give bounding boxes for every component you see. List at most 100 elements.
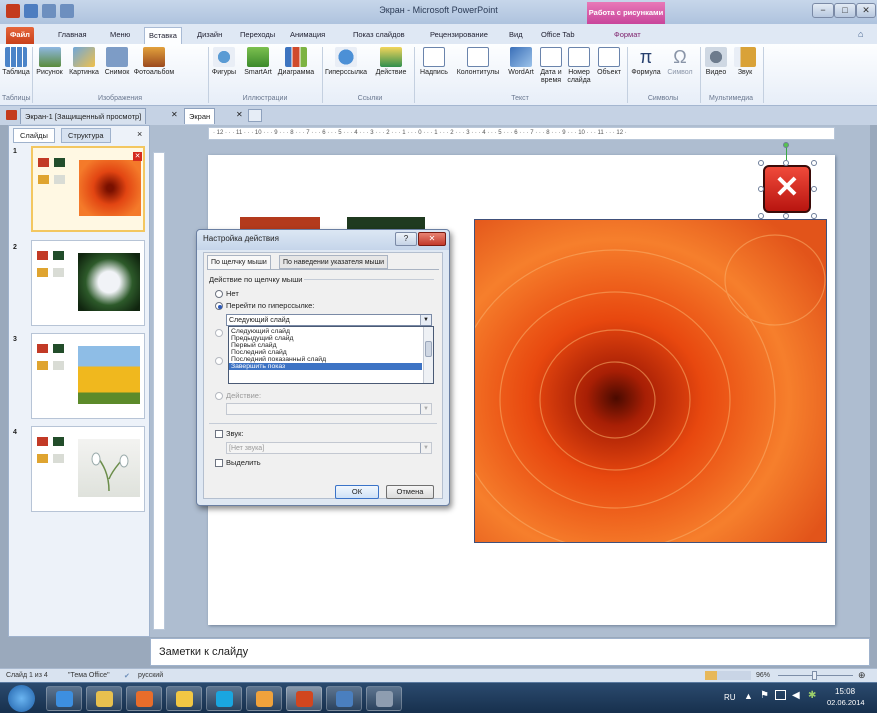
- table-button[interactable]: Таблица: [2, 47, 30, 77]
- slide-thumbnail-4[interactable]: [31, 426, 145, 512]
- tab-review[interactable]: Рецензирование: [426, 27, 492, 44]
- radio-action[interactable]: [215, 392, 223, 400]
- minimize-button[interactable]: −: [812, 3, 834, 18]
- tab-outline[interactable]: Структура: [61, 128, 111, 143]
- app-taskbar-button[interactable]: [166, 686, 202, 711]
- tab-file[interactable]: Файл: [6, 27, 34, 44]
- help-button[interactable]: ?: [395, 232, 417, 246]
- tool-taskbar-button[interactable]: [366, 686, 402, 711]
- network-icon[interactable]: [775, 690, 786, 700]
- tab-on-hover[interactable]: По наведении указателя мыши: [279, 255, 389, 269]
- tab-home[interactable]: Главная: [54, 27, 91, 44]
- sound-label[interactable]: Звук:: [226, 429, 243, 438]
- close-tab-icon[interactable]: ✕: [171, 110, 178, 119]
- chart-button[interactable]: Диаграмма: [275, 47, 317, 77]
- slide-thumbnail-1[interactable]: ✕: [31, 146, 145, 232]
- flag-icon[interactable]: ⚑: [760, 690, 769, 701]
- object-button[interactable]: Объект: [594, 47, 624, 77]
- slide-thumbnail-2[interactable]: [31, 240, 145, 326]
- language[interactable]: русский: [138, 669, 163, 682]
- option-previous-slide[interactable]: Предыдущий слайд: [229, 335, 422, 342]
- wordart-button[interactable]: WordArt: [504, 47, 538, 77]
- tab-design[interactable]: Дизайн: [193, 27, 226, 44]
- scrollbar-thumb[interactable]: [425, 341, 432, 357]
- highlight-label[interactable]: Выделить: [226, 458, 261, 467]
- notes-pane[interactable]: Заметки к слайду: [150, 638, 870, 666]
- volume-icon[interactable]: ◀: [792, 690, 800, 701]
- paint-taskbar-button[interactable]: [246, 686, 282, 711]
- keyboard-language[interactable]: RU: [724, 693, 736, 702]
- zoom-level[interactable]: 96%: [756, 669, 770, 682]
- formula-button[interactable]: π Формула: [628, 47, 664, 77]
- ok-button[interactable]: ОК: [335, 485, 379, 499]
- option-last-slide[interactable]: Последний слайд: [229, 349, 422, 356]
- picture-button[interactable]: Рисунок: [33, 47, 66, 77]
- option-last-viewed-slide[interactable]: Последний показанный слайд: [229, 356, 422, 363]
- tab-format[interactable]: Формат: [610, 27, 645, 44]
- sound-checkbox[interactable]: [215, 430, 223, 438]
- resize-handle[interactable]: [758, 186, 764, 192]
- resize-handle[interactable]: [811, 186, 817, 192]
- tray-expand-icon[interactable]: ▲: [744, 691, 753, 701]
- ie-taskbar-button[interactable]: [46, 686, 82, 711]
- highlight-checkbox[interactable]: [215, 459, 223, 467]
- textbox-button[interactable]: Надпись: [416, 47, 452, 77]
- hyperlink-select[interactable]: Следующий слайд ▼: [226, 314, 432, 326]
- close-window-button[interactable]: ✕: [856, 3, 876, 18]
- spellcheck-icon[interactable]: ✔: [124, 670, 134, 680]
- chrysanthemum-image[interactable]: [474, 219, 827, 543]
- resize-handle[interactable]: [758, 160, 764, 166]
- action-button[interactable]: Действие: [371, 47, 411, 77]
- close-pane-icon[interactable]: ×: [137, 129, 142, 139]
- screenshot-button[interactable]: Снимок: [102, 47, 132, 77]
- resize-handle[interactable]: [811, 160, 817, 166]
- close-tab-icon[interactable]: ✕: [236, 110, 243, 119]
- resize-handle[interactable]: [783, 160, 789, 166]
- date-time-button[interactable]: Дата и время: [538, 47, 564, 85]
- maximize-button[interactable]: □: [834, 3, 856, 18]
- chevron-down-icon[interactable]: ▼: [420, 315, 431, 325]
- tab-slideshow[interactable]: Показ слайдов: [349, 27, 409, 44]
- view-buttons[interactable]: [705, 671, 751, 680]
- rotate-handle[interactable]: [783, 142, 789, 148]
- dropdown-scrollbar[interactable]: [423, 327, 433, 383]
- close-action-button[interactable]: ✕: [763, 165, 811, 213]
- window-taskbar-button[interactable]: [326, 686, 362, 711]
- zoom-slider-thumb[interactable]: [812, 671, 817, 680]
- media-taskbar-button[interactable]: [126, 686, 162, 711]
- new-tab-icon[interactable]: [248, 109, 262, 122]
- tab-office-tab[interactable]: Office Tab: [537, 27, 579, 44]
- video-button[interactable]: Видео: [702, 47, 730, 77]
- tab-transitions[interactable]: Переходы: [236, 27, 279, 44]
- option-first-slide[interactable]: Первый слайд: [229, 342, 422, 349]
- option-next-slide[interactable]: Следующий слайд: [229, 328, 422, 335]
- resize-handle[interactable]: [811, 213, 817, 219]
- radio-hyperlink[interactable]: [215, 302, 223, 310]
- doc-tab-ekran-1[interactable]: Экран-1 [Защищенный просмотр]: [20, 108, 147, 124]
- radio-none-label[interactable]: Нет: [226, 289, 239, 298]
- help-icon[interactable]: ⌂: [858, 29, 863, 39]
- start-button-icon[interactable]: [8, 685, 35, 712]
- tab-menu[interactable]: Меню: [106, 27, 134, 44]
- dialog-close-button[interactable]: ✕: [418, 232, 446, 246]
- doc-tab-ekran[interactable]: Экран: [184, 108, 216, 124]
- antivirus-icon[interactable]: ✱: [808, 690, 816, 701]
- symbol-button[interactable]: Ω Символ: [664, 47, 696, 77]
- explorer-taskbar-button[interactable]: [86, 686, 122, 711]
- clock-date[interactable]: 02.06.2014: [827, 698, 865, 707]
- resize-handle[interactable]: [783, 213, 789, 219]
- tab-insert[interactable]: Вставка: [144, 27, 182, 44]
- tab-view[interactable]: Вид: [505, 27, 527, 44]
- tab-slides[interactable]: Слайды: [13, 128, 55, 143]
- shapes-button[interactable]: Фигуры: [209, 47, 239, 77]
- tab-on-click[interactable]: По щелчку мыши: [207, 255, 271, 269]
- smartart-button[interactable]: SmartArt: [241, 47, 275, 77]
- photo-album-button[interactable]: Фотоальбом: [132, 47, 176, 77]
- header-footer-button[interactable]: Колонтитулы: [453, 47, 503, 77]
- tab-animation[interactable]: Анимация: [286, 27, 329, 44]
- clock-time[interactable]: 15:08: [835, 687, 855, 696]
- resize-handle[interactable]: [758, 213, 764, 219]
- radio-none[interactable]: [215, 290, 223, 298]
- skype-taskbar-button[interactable]: [206, 686, 242, 711]
- clipart-button[interactable]: Картинка: [66, 47, 102, 77]
